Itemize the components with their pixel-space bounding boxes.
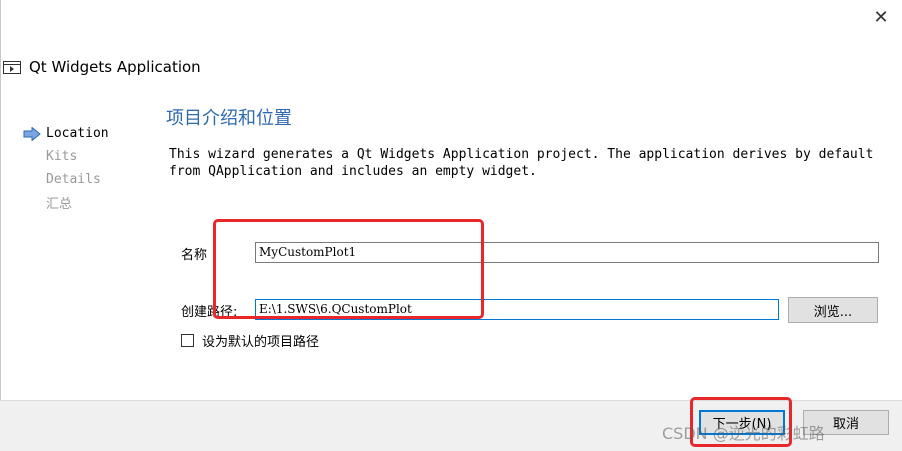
nav-item-label: 汇总 [46, 197, 73, 212]
nav-item-kits: Kits [23, 145, 109, 168]
page-heading: 项目介绍和位置 [166, 108, 292, 129]
wizard-title-bar: Qt Widgets Application [3, 55, 201, 79]
nav-item-label: Kits [46, 149, 78, 164]
window-frame-left [0, 0, 1, 450]
nav-item-summary: 汇总 [23, 191, 109, 214]
cancel-button[interactable]: 取消 [803, 410, 889, 435]
wizard-steps-nav: Location Kits Details 汇总 [23, 122, 109, 214]
browse-button[interactable]: 浏览... [788, 297, 878, 323]
close-button[interactable]: ✕ [868, 4, 894, 30]
project-path-input[interactable]: E:\1.SWS\6.QCustomPlot [255, 299, 779, 320]
default-path-label: 设为默认的项目路径 [202, 335, 320, 350]
current-step-arrow-icon [23, 126, 41, 141]
path-label: 创建路径: [181, 305, 238, 320]
close-icon: ✕ [873, 6, 889, 28]
nav-item-label: Details [46, 172, 101, 187]
wizard-title: Qt Widgets Application [29, 58, 201, 76]
nav-item-label: Location [46, 126, 109, 141]
application-window-icon [3, 60, 21, 74]
nav-item-details: Details [23, 168, 109, 191]
default-path-checkbox[interactable] [181, 334, 194, 347]
nav-item-location: Location [23, 122, 109, 145]
page-description: This wizard generates a Qt Widgets Appli… [169, 147, 874, 179]
name-label: 名称 [181, 248, 208, 263]
project-name-input[interactable]: MyCustomPlot1 [255, 242, 879, 263]
next-button[interactable]: 下一步(N) [699, 410, 785, 435]
default-path-option[interactable]: 设为默认的项目路径 [181, 331, 319, 350]
